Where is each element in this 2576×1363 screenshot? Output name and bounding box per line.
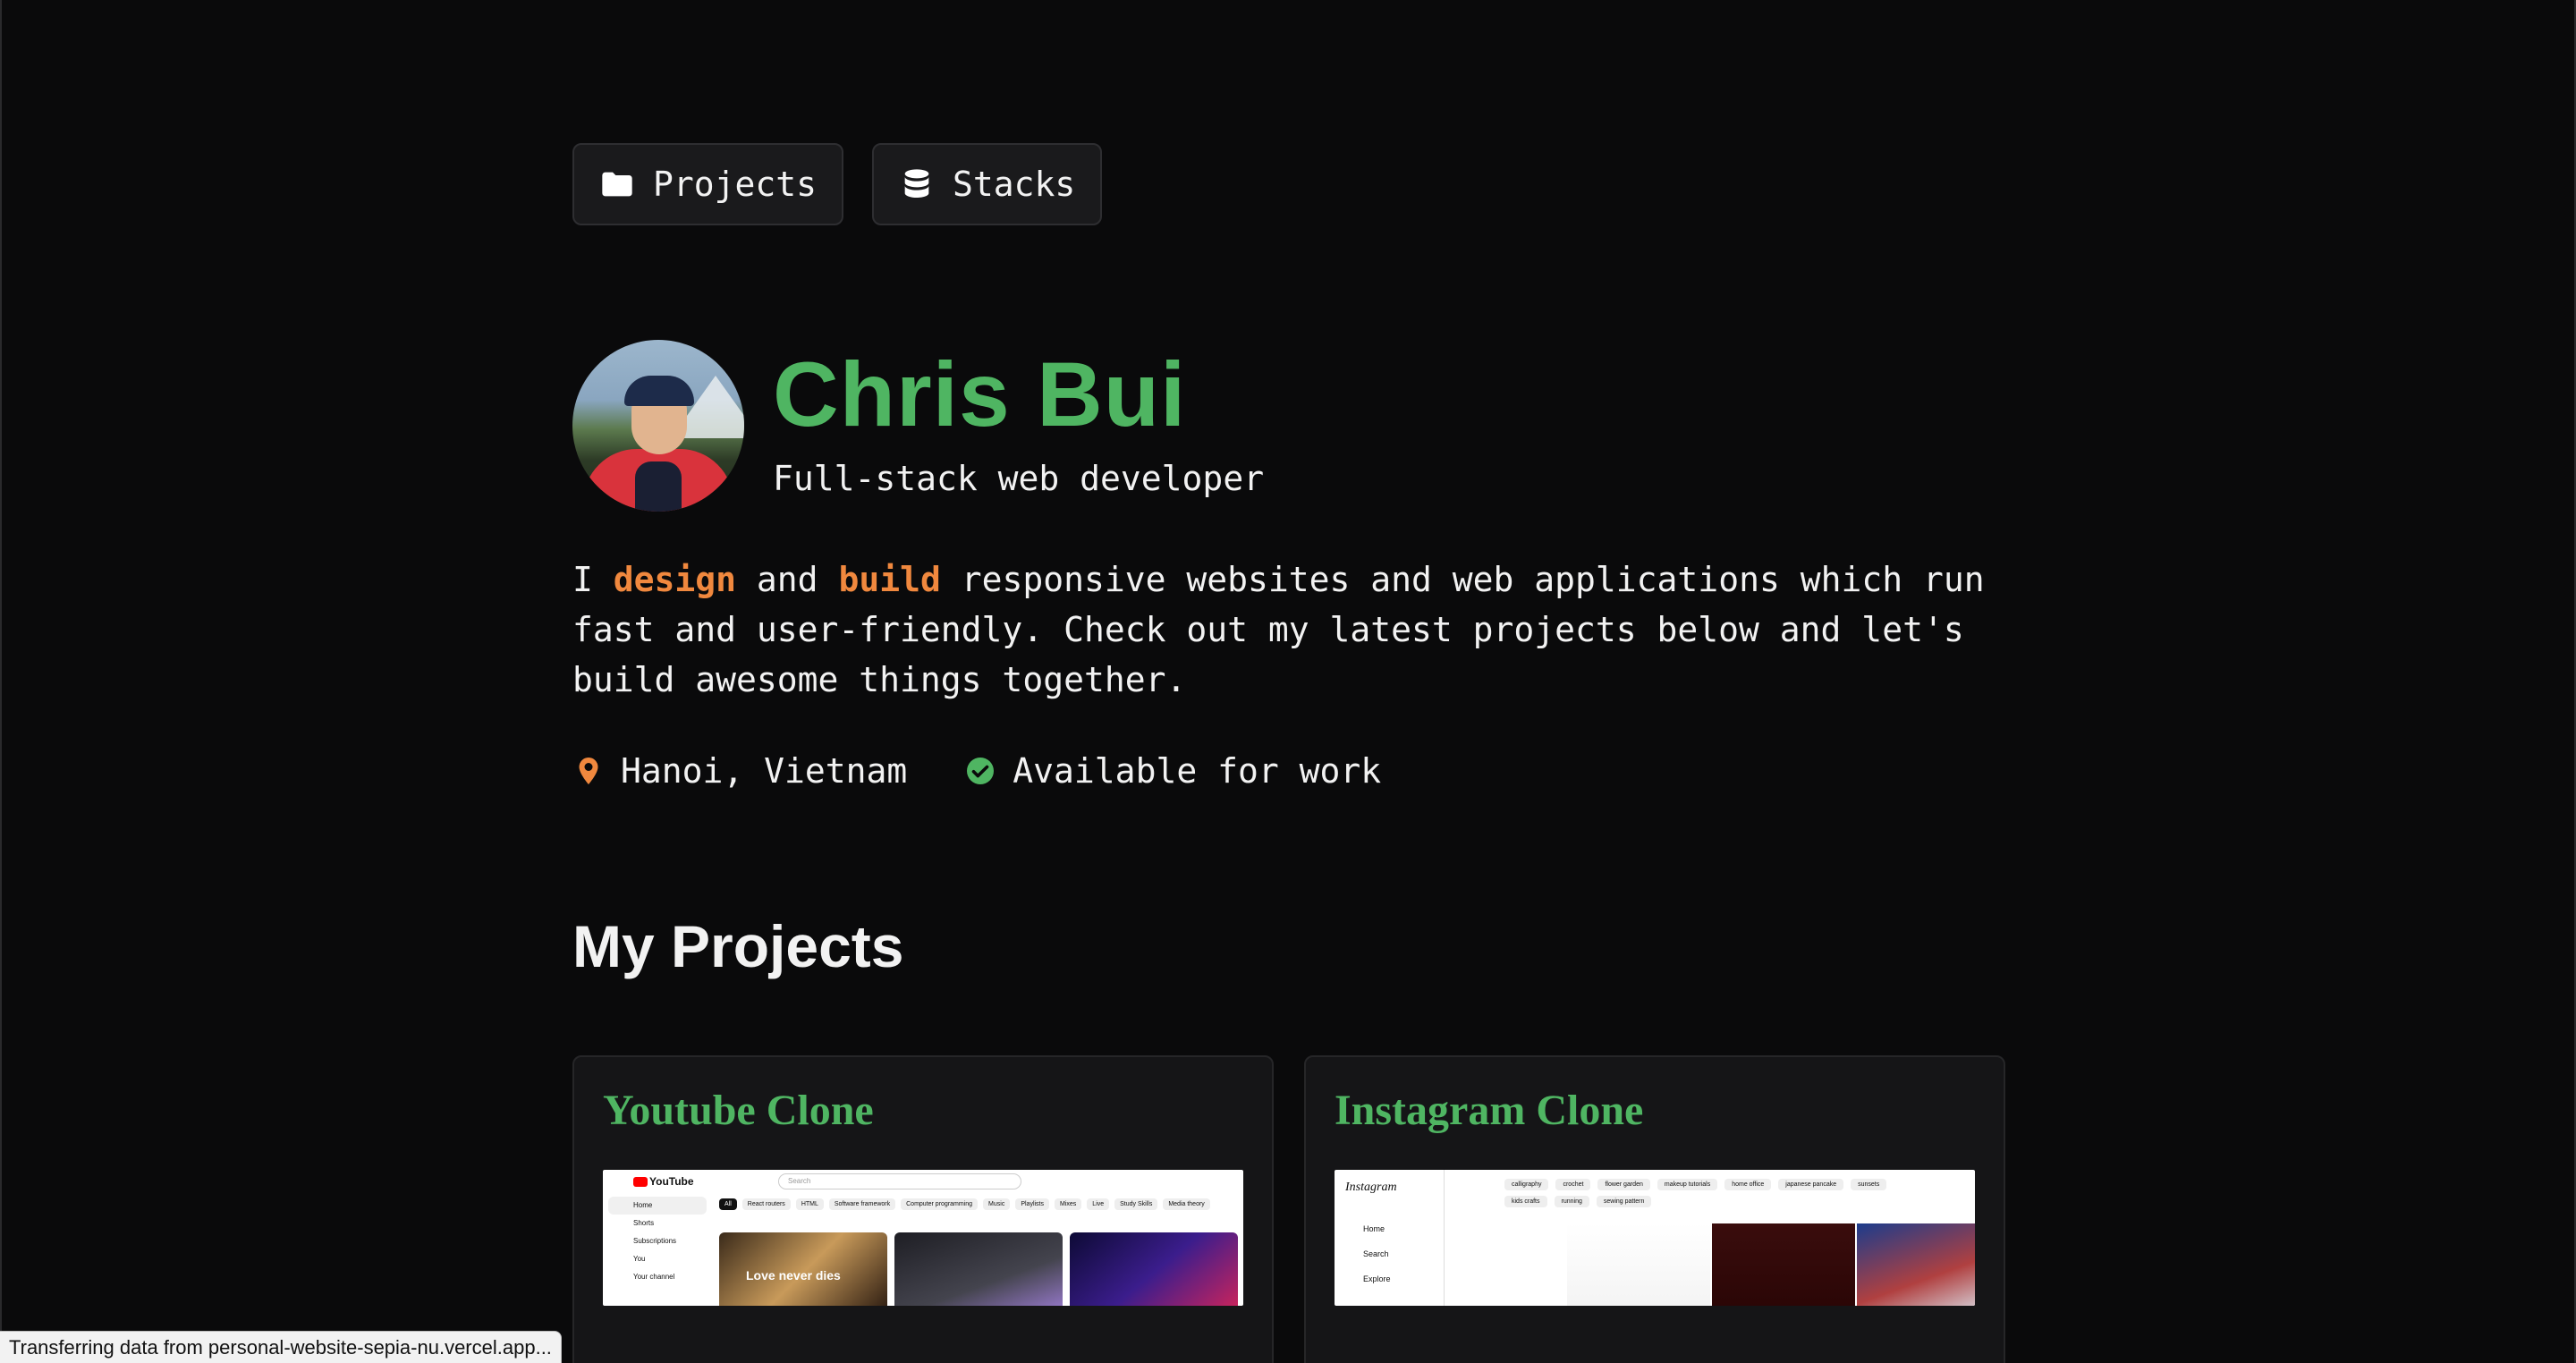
youtube-chips: All React routers HTML Software framewor… (719, 1198, 1210, 1210)
instagram-tile (1857, 1223, 1975, 1306)
projects-section-title: My Projects (572, 913, 904, 979)
youtube-chip: Study Skills (1114, 1198, 1158, 1210)
youtube-sidebar-item: Subscriptions (633, 1237, 677, 1245)
profile-header: Chris Bui Full-stack web developer (572, 340, 1264, 512)
profile-role: Full-stack web developer (773, 459, 1265, 499)
instagram-chip: japanese pancake (1778, 1179, 1844, 1190)
instagram-chip: kids crafts (1504, 1196, 1547, 1207)
instagram-sidebar-item: Explore (1363, 1274, 1391, 1283)
project-title: Youtube Clone (603, 1087, 874, 1134)
youtube-sidebar-item: You (633, 1255, 646, 1263)
youtube-chip: Computer programming (901, 1198, 979, 1210)
instagram-logo: Instagram (1345, 1181, 1397, 1194)
intro-and: and (736, 560, 839, 599)
youtube-chip: Software framework (828, 1198, 896, 1210)
instagram-chip: makeup tutorials (1657, 1179, 1718, 1190)
profile-name: Chris Bui (773, 343, 1187, 445)
youtube-chip: React routers (741, 1198, 791, 1210)
project-thumbnail: Instagram Home Search Explore calligraph… (1335, 1170, 1975, 1306)
instagram-chip: calligraphy (1504, 1179, 1549, 1190)
project-card-instagram[interactable]: Instagram Clone Instagram Home Search Ex… (1304, 1055, 2005, 1363)
youtube-chip: Media theory (1163, 1198, 1210, 1210)
folder-icon (602, 172, 632, 197)
youtube-logo-text: YouTube (649, 1175, 694, 1188)
youtube-sidebar-item: Home (608, 1197, 707, 1215)
youtube-video-row: Love never dies (719, 1232, 1238, 1306)
instagram-chip: sewing pattern (1596, 1196, 1652, 1207)
youtube-sidebar-item: Your channel (633, 1273, 675, 1281)
intro-prefix: I (572, 560, 614, 599)
instagram-chip: flower garden (1597, 1179, 1650, 1190)
map-pin-icon (579, 758, 598, 784)
instagram-divider (1444, 1170, 1445, 1306)
instagram-tile (1567, 1223, 1710, 1306)
instagram-sidebar-item: Home (1363, 1224, 1385, 1233)
projects-nav-button[interactable]: Projects (572, 143, 844, 225)
availability-item: Available for work (964, 751, 1381, 791)
stacks-nav-button[interactable]: Stacks (872, 143, 1103, 225)
youtube-chip: HTML (795, 1198, 824, 1210)
youtube-sidebar: Home Shorts Subscriptions You Your chann… (608, 1197, 707, 1286)
instagram-sidebar-item: Search (1363, 1249, 1389, 1258)
instagram-tile (1712, 1223, 1855, 1306)
instagram-chip: running (1554, 1196, 1589, 1207)
name-block: Chris Bui Full-stack web developer (773, 340, 1264, 498)
projects-grid: Youtube Clone YouTube Search Home Shorts… (572, 1055, 2005, 1363)
video-thumbnail (1070, 1232, 1238, 1306)
video-thumbnail: Love never dies (719, 1232, 887, 1306)
youtube-logo-icon (633, 1177, 648, 1187)
instagram-chip: home office (1724, 1179, 1772, 1190)
youtube-sidebar-item: Shorts (633, 1219, 655, 1227)
instagram-tiles (1567, 1223, 1975, 1306)
availability-text: Available for work (1013, 751, 1382, 791)
project-card-youtube[interactable]: Youtube Clone YouTube Search Home Shorts… (572, 1055, 1274, 1363)
instagram-chip: crochet (1555, 1179, 1591, 1190)
youtube-chip: Playlists (1015, 1198, 1050, 1210)
project-title: Instagram Clone (1335, 1087, 1644, 1134)
intro-highlight-build: build (838, 560, 941, 599)
instagram-chips: calligraphy crochet flower garden makeup… (1504, 1179, 1916, 1207)
profile-meta: Hanoi, Vietnam Available for work (572, 751, 1381, 791)
location-text: Hanoi, Vietnam (621, 751, 908, 791)
youtube-chip: Mixes (1055, 1198, 1082, 1210)
instagram-sidebar: Home Search Explore (1345, 1216, 1391, 1291)
project-thumbnail: YouTube Search Home Shorts Subscriptions… (603, 1170, 1243, 1306)
youtube-search-box: Search (778, 1173, 1021, 1189)
youtube-chip: All (719, 1198, 737, 1210)
video-caption: Love never dies (746, 1268, 841, 1283)
avatar (572, 340, 744, 512)
youtube-chip: Live (1087, 1198, 1110, 1210)
instagram-chip: sunsets (1851, 1179, 1887, 1190)
check-circle-icon (967, 758, 995, 784)
browser-status-bar: Transferring data from personal-website-… (0, 1331, 562, 1363)
location-item: Hanoi, Vietnam (572, 751, 907, 791)
top-nav: Projects Stacks (572, 143, 1103, 225)
projects-nav-label: Projects (653, 165, 818, 204)
video-thumbnail (894, 1232, 1063, 1306)
database-icon (904, 169, 929, 198)
stacks-nav-label: Stacks (953, 165, 1076, 204)
intro-paragraph: I design and build responsive websites a… (572, 555, 2012, 705)
intro-highlight-design: design (613, 560, 737, 599)
youtube-chip: Music (983, 1198, 1011, 1210)
